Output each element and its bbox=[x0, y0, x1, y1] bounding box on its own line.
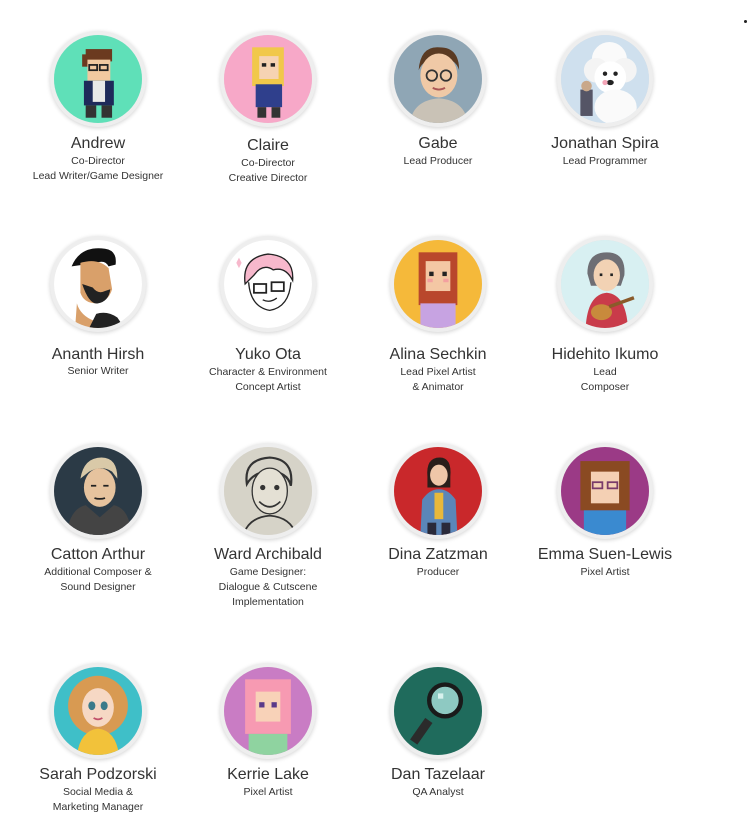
sketch-pink-hair-avatar[interactable] bbox=[220, 236, 316, 332]
pixel-glasses-man-avatar[interactable] bbox=[50, 31, 146, 127]
pixel-curly-hair-avatar[interactable] bbox=[557, 443, 653, 539]
member-name: Emma Suen-Lewis bbox=[537, 546, 673, 563]
pencil-sketch-man-avatar[interactable] bbox=[220, 443, 316, 539]
pixel-pink-hair-avatar[interactable] bbox=[220, 663, 316, 759]
member-role: QA Analyst bbox=[412, 786, 464, 798]
glasses-man-portrait-avatar[interactable] bbox=[390, 31, 486, 127]
member-role: Pixel Artist bbox=[580, 566, 630, 578]
hooded-man-avatar[interactable] bbox=[50, 443, 146, 539]
woman-denim-jacket-avatar[interactable] bbox=[390, 443, 486, 539]
curly-blonde-woman-avatar[interactable] bbox=[50, 663, 146, 759]
member-role: Lead Programmer bbox=[562, 155, 648, 167]
pixel-redhead-avatar[interactable] bbox=[390, 236, 486, 332]
poodle-avatar[interactable] bbox=[557, 31, 653, 127]
member-name: Dan Tazelaar bbox=[391, 766, 485, 783]
bearded-man-profile-avatar[interactable] bbox=[50, 236, 146, 332]
member-name: Jonathan Spira bbox=[551, 135, 659, 152]
corner-dot bbox=[744, 20, 747, 23]
guitar-player-avatar[interactable] bbox=[557, 236, 653, 332]
pixel-blonde-woman-avatar[interactable] bbox=[220, 31, 316, 127]
member-name: Hidehito Ikumo bbox=[551, 346, 659, 363]
magnifying-glass-avatar[interactable] bbox=[390, 663, 486, 759]
member-role: Lead Composer bbox=[580, 366, 630, 393]
